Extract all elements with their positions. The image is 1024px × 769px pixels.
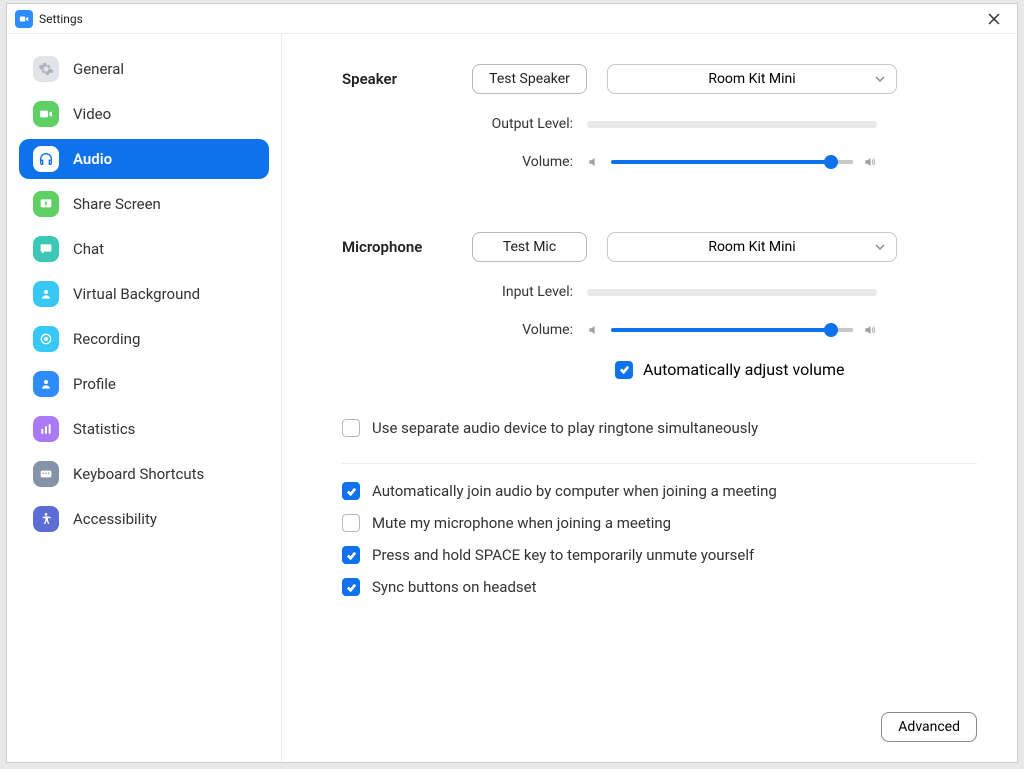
auto-join-label: Automatically join audio by computer whe… [372,482,777,500]
speaker-volume-label: Volume: [342,154,587,170]
app-icon [15,10,33,28]
sidebar-item-profile[interactable]: Profile [19,364,269,404]
sidebar-item-keyboard-shortcuts[interactable]: Keyboard Shortcuts [19,454,269,494]
mic-device-dropdown[interactable]: Room Kit Mini [607,232,897,262]
sync-headset-option: Sync buttons on headset [342,578,977,596]
chevron-down-icon [874,73,886,85]
sidebar-label: Accessibility [73,510,157,528]
sidebar-item-share-screen[interactable]: Share Screen [19,184,269,224]
auto-adjust-checkbox[interactable] [615,361,633,379]
sidebar-label: Keyboard Shortcuts [73,465,204,483]
gear-icon [33,56,59,82]
mute-on-join-option: Mute my microphone when joining a meetin… [342,514,977,532]
sidebar-item-accessibility[interactable]: Accessibility [19,499,269,539]
mic-device-value: Room Kit Mini [708,239,795,255]
keyboard-icon [33,461,59,487]
separate-device-checkbox[interactable] [342,419,360,437]
titlebar: Settings [7,4,1017,34]
mic-volume-slider[interactable] [611,328,853,332]
person-icon [33,281,59,307]
sidebar: General Video Audio Share Screen Chat Vi… [7,34,282,762]
microphone-label: Microphone [342,238,472,256]
headphones-icon [33,146,59,172]
sync-headset-checkbox[interactable] [342,578,360,596]
divider [342,463,977,464]
space-unmute-checkbox[interactable] [342,546,360,564]
video-icon [33,101,59,127]
test-mic-button[interactable]: Test Mic [472,232,587,262]
settings-window: Settings General Video Audio Share Scree… [6,3,1018,763]
sidebar-label: General [73,60,124,78]
input-level-meter [587,289,877,296]
mic-volume-label: Volume: [342,322,587,338]
speaker-low-icon [587,155,601,169]
speaker-section: Speaker Test Speaker Room Kit Mini Outpu… [342,64,977,192]
sidebar-item-general[interactable]: General [19,49,269,89]
speaker-label: Speaker [342,70,472,88]
profile-icon [33,371,59,397]
speaker-high-icon [863,323,877,337]
speaker-device-dropdown[interactable]: Room Kit Mini [607,64,897,94]
microphone-section: Microphone Test Mic Room Kit Mini Input … [342,232,977,379]
sidebar-label: Chat [73,240,104,258]
sidebar-item-virtual-background[interactable]: Virtual Background [19,274,269,314]
auto-adjust-label: Automatically adjust volume [643,360,844,379]
speaker-volume-slider[interactable] [611,160,853,164]
space-unmute-label: Press and hold SPACE key to temporarily … [372,546,754,564]
chat-icon [33,236,59,262]
output-level-label: Output Level: [342,116,587,132]
sidebar-item-audio[interactable]: Audio [19,139,269,179]
content-area: Speaker Test Speaker Room Kit Mini Outpu… [282,34,1017,762]
auto-adjust-row: Automatically adjust volume [615,360,977,379]
separate-device-label: Use separate audio device to play ringto… [372,419,758,437]
output-level-meter [587,121,877,128]
chevron-down-icon [874,241,886,253]
auto-join-option: Automatically join audio by computer whe… [342,482,977,500]
footer: Advanced [342,692,977,742]
space-unmute-option: Press and hold SPACE key to temporarily … [342,546,977,564]
speaker-device-value: Room Kit Mini [708,71,795,87]
close-button[interactable] [979,4,1009,34]
separate-device-option: Use separate audio device to play ringto… [342,419,977,437]
auto-join-checkbox[interactable] [342,482,360,500]
advanced-button[interactable]: Advanced [881,712,977,742]
share-screen-icon [33,191,59,217]
sidebar-item-statistics[interactable]: Statistics [19,409,269,449]
statistics-icon [33,416,59,442]
window-title: Settings [39,12,83,26]
window-body: General Video Audio Share Screen Chat Vi… [7,34,1017,762]
accessibility-icon [33,506,59,532]
sidebar-item-recording[interactable]: Recording [19,319,269,359]
sidebar-label: Statistics [73,420,135,438]
sidebar-item-chat[interactable]: Chat [19,229,269,269]
sidebar-label: Share Screen [73,195,161,213]
mute-on-join-label: Mute my microphone when joining a meetin… [372,514,671,532]
sidebar-label: Video [73,105,111,123]
test-speaker-button[interactable]: Test Speaker [472,64,587,94]
sidebar-item-video[interactable]: Video [19,94,269,134]
sidebar-label: Recording [73,330,140,348]
speaker-low-icon [587,323,601,337]
record-icon [33,326,59,352]
sidebar-label: Audio [73,150,112,168]
input-level-label: Input Level: [342,284,587,300]
sidebar-label: Virtual Background [73,285,200,303]
sidebar-label: Profile [73,375,116,393]
mute-on-join-checkbox[interactable] [342,514,360,532]
sync-headset-label: Sync buttons on headset [372,578,537,596]
speaker-high-icon [863,155,877,169]
